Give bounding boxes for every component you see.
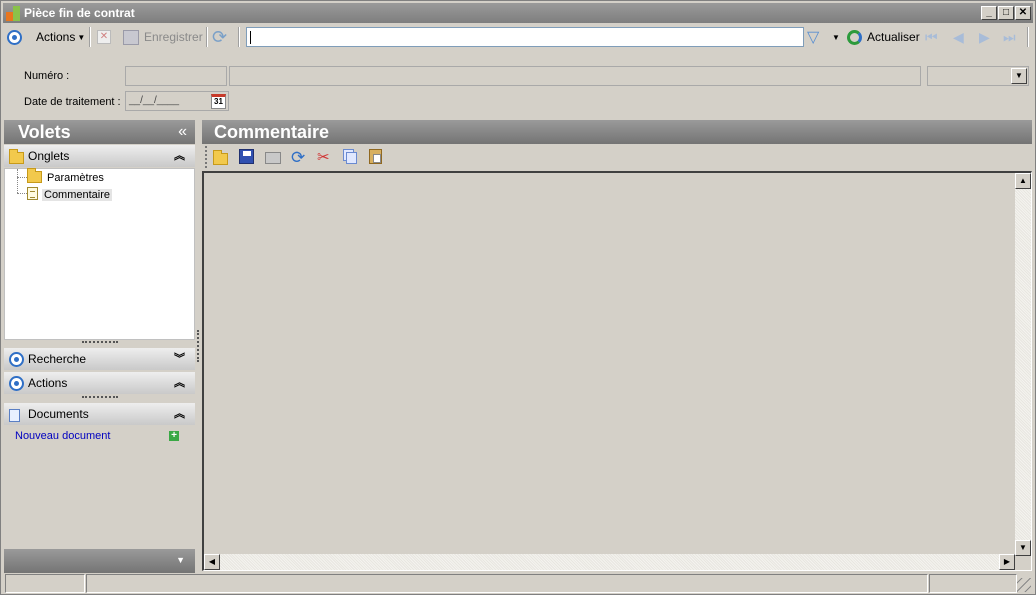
toolbar-separator [1027,27,1029,47]
new-document-link[interactable]: Nouveau document [15,430,110,442]
print-icon[interactable] [265,149,283,167]
date-field[interactable]: __/__/____ 31 [125,91,229,111]
document-icon [27,186,38,203]
main-toolbar: Actions ▼ ✕ Enregistrer ⟳ ▽ ▼ Actualiser… [3,24,1033,50]
scroll-down-icon[interactable]: ▼ [1015,540,1031,556]
left-pane-footer[interactable]: ▼ [4,549,195,573]
cut-icon[interactable]: ✂ [317,149,335,167]
splitter-grip[interactable] [82,341,118,344]
minimize-button[interactable]: _ [981,6,997,20]
dropdown-arrow-icon: ▼ [77,32,86,42]
status-cell [86,574,928,593]
toolbar-separator [206,27,208,47]
type-select[interactable]: ▼ [927,66,1029,86]
tree-item-label: Paramètres [47,172,104,184]
numero-field[interactable] [125,66,227,86]
search-circle-icon [9,352,24,374]
save-icon [123,29,139,45]
tree-item-commentaire[interactable]: Commentaire [27,186,113,203]
chevron-up-icon[interactable]: ︽ [174,145,185,167]
refresh-button[interactable]: Actualiser [847,24,920,50]
window-title: Pièce fin de contrat [24,6,135,20]
open-icon[interactable] [213,149,231,167]
editor-toolbar: ⟳ ✂ [202,144,1032,171]
toolbar-separator [89,27,91,47]
next-icon[interactable]: ▶ [979,24,990,50]
main-window: Pièce fin de contrat _ □ ✕ Actions ▼ ✕ E… [0,0,1036,595]
filter-dropdown-arrow-icon[interactable]: ▼ [832,24,840,50]
actions-menu-label: Actions [36,30,76,44]
collapse-pane-icon[interactable]: « [178,120,187,144]
section-recherche-label: Recherche [28,352,87,366]
status-cell [5,574,85,593]
refresh-icon[interactable]: ⟳ [291,149,309,167]
delete-button[interactable]: ✕ [97,24,111,50]
left-pane-title: Volets [18,122,71,142]
add-icon[interactable]: + [169,431,179,441]
tree-item-label: Commentaire [42,188,113,201]
filter-icon[interactable]: ▽ [807,24,819,50]
chevron-down-icon[interactable]: ▼ [1011,68,1027,84]
scroll-right-icon[interactable]: ▶ [999,554,1015,570]
section-documents[interactable]: Documents ︽ [4,403,195,425]
actions-circle-icon[interactable] [7,24,22,50]
status-cell [929,574,1017,593]
actions-circle-icon [9,376,24,398]
folder-icon [27,167,42,186]
scroll-up-icon[interactable]: ▲ [1015,173,1031,189]
title-bar[interactable]: Pièce fin de contrat _ □ ✕ [3,3,1033,23]
save-button[interactable]: Enregistrer [123,24,203,50]
refresh-label: Actualiser [867,30,920,44]
vertical-scrollbar[interactable]: ▲ ▼ [1015,173,1031,556]
refresh-circle-icon [847,29,862,45]
left-pane-header: Volets « [4,120,195,144]
prev-icon[interactable]: ◀ [953,24,964,50]
refresh-icon[interactable]: ⟳ [212,24,227,50]
save-label: Enregistrer [144,30,203,44]
maximize-button[interactable]: □ [998,6,1014,20]
last-icon[interactable]: ⏭ [1003,24,1016,50]
date-value: __/__/____ [129,95,180,106]
first-icon[interactable]: ⏮ [925,24,938,50]
numero-description-field[interactable] [229,66,921,86]
paste-icon[interactable] [369,149,387,167]
splitter-grip[interactable] [82,396,118,399]
tree-item-parametres[interactable]: Paramètres [27,167,104,186]
date-label: Date de traitement : [24,96,121,108]
toolbar-separator [238,27,240,47]
comment-editor[interactable]: ▲ ▼ ◀ ▶ [202,171,1032,571]
section-onglets-label: Onglets [28,149,70,163]
delete-icon: ✕ [97,30,111,44]
resize-grip-icon[interactable] [1017,578,1031,592]
scroll-left-icon[interactable]: ◀ [204,554,220,570]
chevron-up-icon[interactable]: ︽ [174,372,185,394]
app-icon [6,6,22,21]
numero-label: Numéro : [24,70,70,82]
tabs-tree: Paramètres Commentaire [4,167,195,340]
close-button[interactable]: ✕ [1015,6,1031,20]
section-recherche[interactable]: Recherche ︾ [4,348,195,370]
left-pane: Volets « Onglets ︽ Paramètres Commentair… [4,120,195,573]
chevron-down-icon[interactable]: ▼ [176,555,185,565]
calendar-icon[interactable]: 31 [211,94,226,109]
chevron-down-icon[interactable]: ︾ [174,348,185,370]
actions-menu-button[interactable]: Actions ▼ [36,24,85,50]
status-bar [3,574,1033,593]
right-pane-header: Commentaire [202,120,1032,144]
vertical-splitter[interactable] [197,330,199,362]
section-actions-label: Actions [28,376,68,390]
save-icon[interactable] [239,149,257,167]
calendar-day: 31 [214,97,223,106]
search-input[interactable] [246,27,804,47]
chevron-up-icon[interactable]: ︽ [174,403,185,425]
text-caret [250,31,251,44]
copy-icon[interactable] [343,149,361,167]
section-documents-label: Documents [28,407,89,421]
horizontal-scrollbar[interactable]: ◀ ▶ [204,554,1015,570]
document-icon [9,407,20,429]
right-pane-title: Commentaire [214,122,330,142]
section-onglets[interactable]: Onglets ︽ [4,145,195,167]
section-actions[interactable]: Actions ︽ [4,372,195,394]
